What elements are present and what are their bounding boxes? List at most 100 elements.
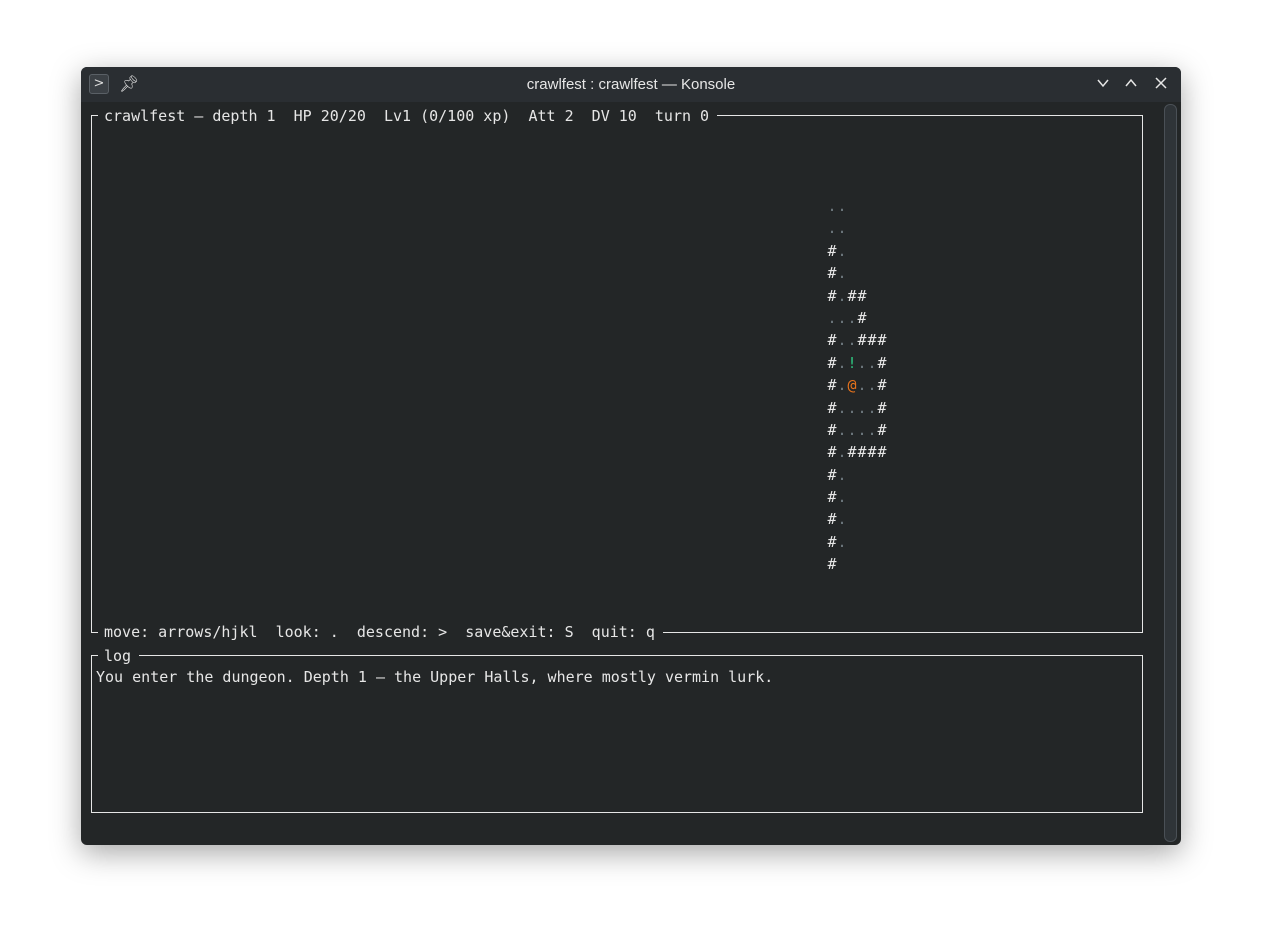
terminal-area[interactable]: crawlfest — depth 1 HP 20/20 Lv1 (0/100 … [81, 102, 1181, 845]
map-floor: . [857, 420, 867, 439]
map-row: # [817, 553, 887, 575]
potion-glyph: ! [847, 353, 857, 372]
map-empty [817, 553, 827, 575]
map-row: #. [817, 464, 887, 486]
map-floor: . [837, 443, 847, 462]
map-wall: # [827, 398, 837, 417]
map-floor: . [837, 488, 847, 507]
map-floor: . [827, 197, 837, 215]
map-wall: # [827, 488, 837, 507]
map-floor: . [837, 510, 847, 529]
map-wall: # [827, 443, 837, 462]
map-empty [817, 329, 827, 351]
map-floor: . [867, 353, 877, 372]
map-floor: . [837, 241, 847, 260]
map-wall: # [857, 308, 867, 327]
map-row: #. [817, 262, 887, 284]
map-floor: . [867, 376, 877, 395]
map-wall: # [827, 376, 837, 395]
map-row: #. [817, 240, 887, 262]
map-floor: . [847, 420, 857, 439]
map-empty [817, 531, 827, 553]
map-floor: . [837, 376, 847, 395]
map-wall: # [827, 241, 837, 260]
map-wall: # [847, 286, 857, 305]
map-empty [817, 240, 827, 262]
map-floor: . [857, 353, 867, 372]
map-floor: . [837, 465, 847, 484]
map-empty [817, 486, 827, 508]
map-row: #....# [817, 419, 887, 441]
map-row: #. [817, 508, 887, 530]
map-wall: # [827, 286, 837, 305]
map-floor: . [837, 398, 847, 417]
map-row: #. [817, 531, 887, 553]
map-empty [817, 262, 827, 284]
map-empty [817, 464, 827, 486]
map-empty [817, 419, 827, 441]
map-floor: . [847, 331, 857, 350]
map-empty [817, 441, 827, 463]
map-row: ...# [817, 307, 887, 329]
map-empty [817, 397, 827, 419]
map-floor: . [867, 420, 877, 439]
map-floor: . [837, 264, 847, 283]
map-wall: # [827, 420, 837, 439]
minimize-button[interactable] [1093, 75, 1113, 95]
title-bar[interactable]: crawlfest : crawlfest — Konsole > 📌︎ [81, 67, 1181, 102]
map-row: #..### [817, 329, 887, 351]
close-button[interactable] [1151, 75, 1171, 95]
map-row: .. [817, 217, 887, 239]
map-floor: . [857, 398, 867, 417]
map-empty [817, 374, 827, 396]
map-wall: # [877, 420, 887, 439]
map-floor: . [827, 219, 837, 238]
map-empty [817, 307, 827, 329]
map-floor: . [837, 197, 847, 215]
pin-icon[interactable]: 📌︎ [119, 74, 139, 94]
map-wall: # [857, 286, 867, 305]
map-empty [817, 352, 827, 374]
map-wall: # [827, 264, 837, 283]
chevron-down-icon [1097, 79, 1109, 88]
konsole-window: crawlfest : crawlfest — Konsole > 📌︎ cra… [81, 67, 1181, 845]
map-empty [817, 508, 827, 530]
map-row: #.## [817, 285, 887, 307]
map-wall: # [877, 443, 887, 462]
map-row: #.#### [817, 441, 887, 463]
controls-footer: move: arrows/hjkl look: . descend: > sav… [98, 622, 663, 642]
map-wall: # [877, 353, 887, 372]
log-title: log [98, 646, 140, 666]
map-wall: # [877, 331, 887, 350]
map-floor: . [847, 398, 857, 417]
map-empty [817, 285, 827, 307]
map-empty [817, 195, 827, 217]
maximize-button[interactable] [1121, 75, 1141, 95]
map-wall: # [827, 555, 837, 574]
map-floor: . [837, 331, 847, 350]
chevron-up-icon [1125, 78, 1137, 87]
map-floor: . [827, 308, 837, 327]
log-line: You enter the dungeon. Depth 1 — the Upp… [96, 668, 774, 686]
map-empty [817, 217, 827, 239]
terminal-prompt-icon[interactable]: > [89, 74, 109, 94]
map-wall: # [867, 443, 877, 462]
map-panel: crawlfest — depth 1 HP 20/20 Lv1 (0/100 … [91, 106, 1143, 642]
map-row: #. [817, 486, 887, 508]
status-header: crawlfest — depth 1 HP 20/20 Lv1 (0/100 … [98, 106, 718, 126]
map-wall: # [877, 376, 887, 395]
map-floor: . [847, 308, 857, 327]
scrollbar[interactable] [1164, 104, 1177, 842]
map-wall: # [827, 331, 837, 350]
dungeon-map: .. .. #. #. #.## ...# #..### #.!..# #.@.… [817, 195, 887, 576]
map-wall: # [867, 331, 877, 350]
window-title: crawlfest : crawlfest — Konsole [526, 76, 736, 93]
map-floor: . [837, 353, 847, 372]
map-wall: # [827, 465, 837, 484]
map-row: #....# [817, 397, 887, 419]
map-floor: . [867, 398, 877, 417]
map-wall: # [847, 443, 857, 462]
map-floor: . [857, 376, 867, 395]
map-wall: # [827, 532, 837, 551]
map-row: #.@..# [817, 374, 887, 396]
